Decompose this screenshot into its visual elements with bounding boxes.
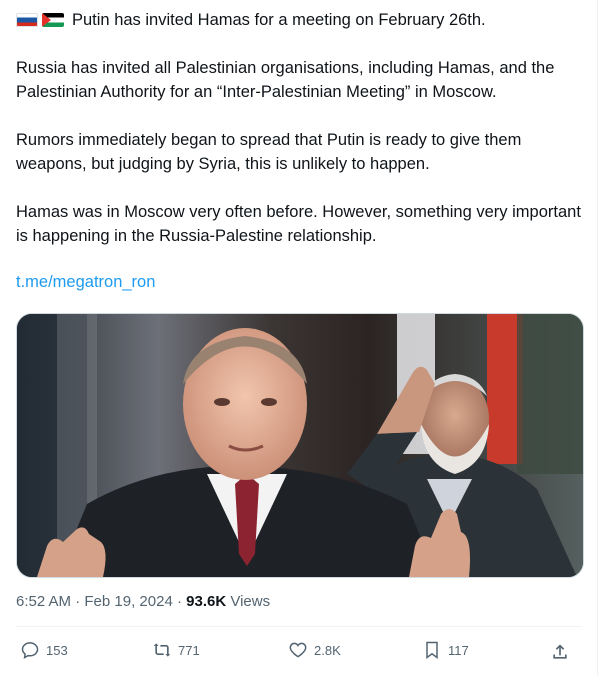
action-bar: 153 771 2.8K 117 [16, 640, 582, 666]
tweet-paragraph-2: Russia has invited all Palestinian organ… [16, 59, 555, 101]
heart-icon [289, 642, 307, 658]
tweet-photo[interactable] [16, 313, 584, 578]
russia-flag-icon [16, 13, 38, 27]
reply-icon [21, 642, 39, 659]
bookmark-count: 117 [448, 642, 469, 658]
bookmark-icon [426, 641, 438, 659]
photo-illustration [17, 314, 583, 577]
views-label: Views [226, 593, 271, 610]
tweet-date[interactable]: Feb 19, 2024 [84, 593, 172, 610]
repost-button[interactable]: 771 [152, 640, 200, 660]
share-icon [553, 644, 567, 659]
palestine-flag-icon [42, 13, 64, 27]
repost-icon [153, 643, 171, 657]
tweet-time[interactable]: 6:52 AM [16, 593, 71, 610]
tweet-meta: 6:52 AM · Feb 19, 2024 · 93.6K Views [16, 593, 270, 610]
bookmark-button[interactable]: 117 [422, 640, 469, 660]
meta-separator-2: · [172, 593, 187, 610]
like-count: 2.8K [314, 642, 341, 658]
telegram-link[interactable]: t.me/megatron_ron [16, 273, 155, 291]
tweet-paragraph-3: Rumors immediately began to spread that … [16, 131, 522, 173]
tweet-paragraph-4: Hamas was in Moscow very often before. H… [16, 203, 581, 245]
tweet-link-row: t.me/megatron_ron [16, 270, 582, 294]
reply-button[interactable]: 153 [20, 640, 68, 660]
tweet-text-line-1: Putin has invited Hamas for a meeting on… [72, 11, 486, 29]
divider [16, 626, 582, 627]
views-count: 93.6K [186, 593, 227, 610]
tweet-line-1: Putin has invited Hamas for a meeting on… [16, 8, 582, 32]
reply-count: 153 [46, 642, 68, 658]
tweet-body: Putin has invited Hamas for a meeting on… [16, 8, 582, 318]
meta-separator: · [71, 593, 85, 610]
flags [16, 13, 68, 27]
share-button[interactable] [550, 642, 576, 662]
repost-count: 771 [178, 642, 200, 658]
like-button[interactable]: 2.8K [288, 640, 341, 660]
